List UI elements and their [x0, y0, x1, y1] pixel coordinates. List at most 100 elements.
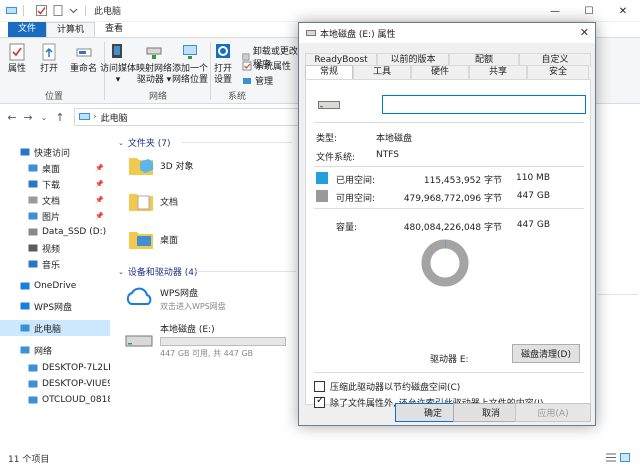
- recent-locations-icon[interactable]: ⌄: [36, 113, 52, 122]
- tab-tools[interactable]: 工具: [353, 65, 411, 79]
- properties-check-icon[interactable]: [36, 5, 47, 16]
- devices-header-label: 设备和驱动器 (4): [127, 268, 198, 278]
- music-icon: [28, 260, 38, 268]
- rename-button[interactable]: 重命名: [70, 42, 97, 75]
- add-location-label: 添加一个: [172, 64, 209, 74]
- dialog-titlebar: 本地磁盘 (E:) 属性 ✕: [299, 23, 595, 43]
- sidebar-item[interactable]: OneDrive: [0, 278, 110, 294]
- minimize-button[interactable]: —: [538, 0, 572, 22]
- customize-quick-access-icon[interactable]: [68, 5, 79, 16]
- tab-view[interactable]: 查看: [95, 22, 133, 37]
- add-network-location-button[interactable]: 添加一个 网络位置: [172, 42, 208, 86]
- network-location-icon: [183, 45, 197, 59]
- sidebar-item[interactable]: DESKTOP-7L2LBGJ: [0, 360, 110, 376]
- network-group-label: 网络: [148, 92, 167, 102]
- system-properties-button[interactable]: 系统属性: [242, 59, 291, 72]
- tab-general[interactable]: 常规: [305, 65, 353, 80]
- sidebar-item-label: 网络: [34, 346, 53, 357]
- download-icon: [28, 180, 38, 188]
- computer-icon: [79, 112, 90, 120]
- properties-button[interactable]: 属性: [8, 42, 26, 75]
- sidebar-item[interactable]: WPS网盘: [0, 298, 110, 314]
- map-drive-sub: 驱动器 ▾: [136, 75, 172, 85]
- rename-label: 重命名: [70, 64, 98, 74]
- open-label: 打开: [40, 64, 59, 74]
- sidebar-item[interactable]: 音乐: [0, 256, 110, 272]
- drive-name-input[interactable]: [382, 95, 586, 114]
- drive-icon: [28, 228, 38, 236]
- sidebar-item[interactable]: 图片 📌: [0, 208, 110, 224]
- disk-cleanup-button[interactable]: 磁盘清理(D): [512, 344, 580, 363]
- divider: [314, 372, 584, 373]
- manage-button[interactable]: 管理: [242, 74, 273, 87]
- sidebar-item[interactable]: Data_SSD (D:): [0, 224, 110, 240]
- tab-hardware[interactable]: 硬件: [411, 65, 469, 79]
- dialog-title: 本地磁盘 (E:) 属性: [320, 29, 396, 40]
- folder-desktop[interactable]: 桌面: [128, 228, 178, 250]
- forward-arrow-icon[interactable]: →: [20, 111, 36, 124]
- explorer-app-icon: [6, 7, 17, 14]
- system-properties-label: 系统属性: [255, 62, 292, 72]
- map-network-drive-button[interactable]: 映射网络 驱动器 ▾: [136, 42, 172, 86]
- map-drive-label: 映射网络: [136, 64, 173, 74]
- checkbox-box[interactable]: [314, 381, 325, 392]
- folder-documents[interactable]: 文档: [128, 190, 178, 212]
- apply-button[interactable]: 应用(A): [515, 403, 591, 422]
- open-settings-sub: 设置: [214, 75, 233, 85]
- sidebar-item[interactable]: 快速访问: [0, 144, 110, 160]
- maximize-button[interactable]: ☐: [572, 0, 606, 22]
- filesystem-label: 文件系统:: [316, 153, 356, 163]
- system-group-label: 系统: [227, 92, 246, 102]
- tab-file[interactable]: 文件: [8, 22, 47, 37]
- sidebar-item-label: 音乐: [42, 260, 61, 271]
- tab-computer[interactable]: 计算机: [46, 22, 96, 37]
- open-button[interactable]: 打开: [40, 42, 58, 75]
- sidebar-item[interactable]: 网络: [0, 342, 110, 358]
- sidebar-item-label: WPS网盘: [34, 302, 73, 313]
- open-settings-button[interactable]: 打开 设置: [214, 42, 232, 86]
- computer-icon: [28, 396, 38, 404]
- back-arrow-icon[interactable]: ←: [4, 111, 20, 124]
- sidebar-item[interactable]: OTCLOUD_0818: [0, 392, 110, 408]
- dialog-close-button[interactable]: ✕: [580, 26, 589, 39]
- devices-section-header[interactable]: ⌄ 设备和驱动器 (4): [118, 265, 198, 279]
- details-view-icon[interactable]: [606, 453, 616, 462]
- properties-icon: [9, 43, 25, 61]
- tab-security[interactable]: 安全: [527, 65, 589, 79]
- network-drive-icon: [146, 47, 162, 59]
- access-media-button[interactable]: 访问媒体 ▾: [100, 42, 136, 86]
- tab-sharing[interactable]: 共享: [469, 65, 527, 79]
- sidebar-item-label: 快速访问: [34, 148, 71, 159]
- used-space-label: 已用空间:: [336, 176, 376, 186]
- large-icons-view-icon[interactable]: [620, 453, 630, 462]
- item-count: 11 个项目: [8, 454, 50, 465]
- settings-gear-icon: [216, 44, 230, 58]
- properties-label: 属性: [8, 64, 27, 74]
- rename-icon: [76, 48, 91, 57]
- sidebar-item[interactable]: 文档 📌: [0, 192, 110, 208]
- section-divider: [182, 142, 292, 143]
- local-disk-e-item[interactable]: 本地磁盘 (E:) 447 GB 可用, 共 447 GB: [124, 322, 286, 359]
- folders-section-header[interactable]: ⌄ 文件夹 (7): [118, 136, 171, 150]
- address-bar[interactable]: › 此电脑: [74, 108, 304, 126]
- capacity-label: 容量:: [336, 223, 358, 233]
- access-media-sub: ▾: [115, 75, 121, 85]
- folder-3d-objects[interactable]: 3D 对象: [128, 154, 194, 176]
- sidebar-item[interactable]: 视频: [0, 240, 110, 256]
- sidebar-item[interactable]: DESKTOP-VIUE9A4: [0, 376, 110, 392]
- checkbox-box[interactable]: [314, 395, 325, 408]
- sidebar-item-label: 图片: [42, 212, 61, 223]
- quick-access-separator: [23, 5, 24, 16]
- close-window-button[interactable]: ✕: [606, 0, 640, 22]
- compress-label: 压缩此驱动器以节约磁盘空间(C): [330, 383, 461, 393]
- wps-drive-item[interactable]: WPS网盘 双击进入WPS网盘: [124, 286, 226, 312]
- navigation-pane: 快速访问 桌面 📌 下载 📌 文档 📌 图片 📌 Data_SSD (D:) 视频音乐 OneDriv…: [0, 132, 112, 448]
- sidebar-item[interactable]: 此电脑: [0, 320, 110, 336]
- sidebar-item[interactable]: 下载 📌: [0, 176, 110, 192]
- up-arrow-icon[interactable]: ↑: [52, 111, 68, 124]
- compress-drive-checkbox[interactable]: 压缩此驱动器以节约磁盘空间(C): [314, 380, 460, 393]
- sidebar-item-label: Data_SSD (D:): [42, 227, 107, 237]
- sidebar-item[interactable]: 桌面 📌: [0, 160, 110, 176]
- new-folder-quick-icon[interactable]: [53, 5, 64, 16]
- breadcrumb-chevron-icon: ›: [93, 112, 97, 122]
